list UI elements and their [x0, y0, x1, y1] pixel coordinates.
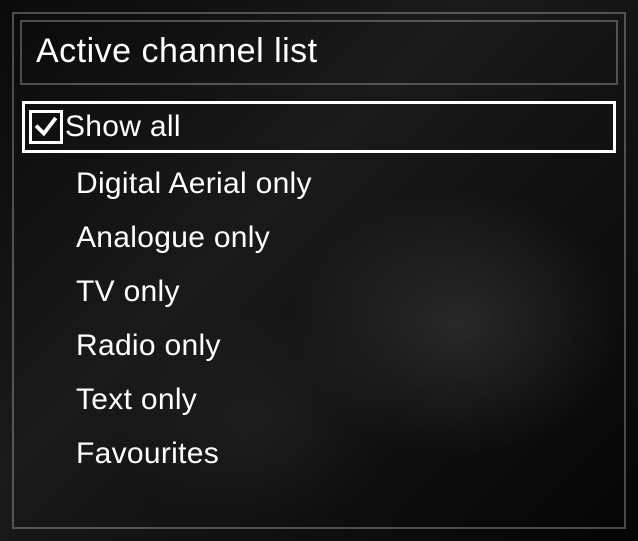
channel-filter-list: Show all Digital Aerial only Analogue on…	[20, 101, 618, 477]
list-item-digital-aerial[interactable]: Digital Aerial only	[22, 161, 616, 207]
list-item-show-all[interactable]: Show all	[22, 101, 616, 153]
title-box: Active channel list	[20, 20, 618, 85]
list-item-text-only[interactable]: Text only	[22, 377, 616, 423]
list-item-analogue[interactable]: Analogue only	[22, 215, 616, 261]
list-item-label: Favourites	[76, 437, 219, 471]
list-item-label: Digital Aerial only	[76, 167, 312, 201]
list-item-label: Show all	[65, 110, 181, 144]
list-item-label: Radio only	[76, 329, 221, 363]
list-item-label: Analogue only	[76, 221, 270, 255]
checkbox-show-all[interactable]	[29, 110, 63, 144]
menu-container: Active channel list Show all Digital Aer…	[12, 12, 626, 529]
check-icon	[33, 114, 59, 140]
list-item-label: Text only	[76, 383, 197, 417]
list-item-tv-only[interactable]: TV only	[22, 269, 616, 315]
list-item-label: TV only	[76, 275, 180, 309]
page-title: Active channel list	[36, 32, 602, 71]
list-item-radio-only[interactable]: Radio only	[22, 323, 616, 369]
list-item-favourites[interactable]: Favourites	[22, 431, 616, 477]
